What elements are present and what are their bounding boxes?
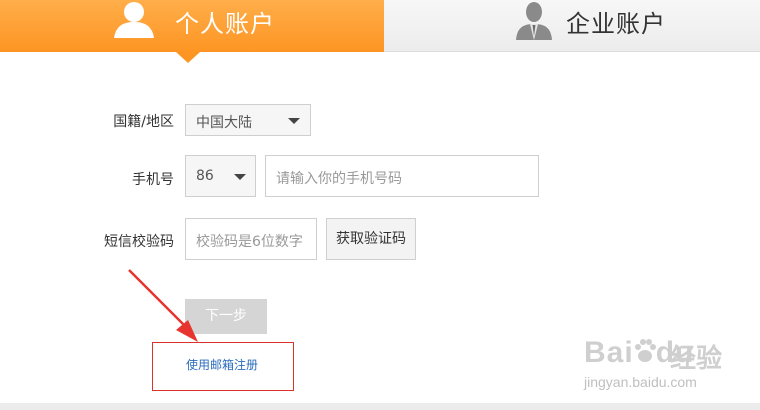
card-bottom-edge — [0, 403, 760, 410]
paw-icon — [634, 339, 656, 362]
watermark-jingyan: 经验 — [670, 344, 723, 374]
registration-page: 个人账户 企业账户 国籍/地区 中国大陆 手机号 86 请输入你的手机号码 短信… — [0, 0, 760, 410]
watermark-url: jingyan.baidu.com — [584, 374, 697, 390]
registration-card: 个人账户 企业账户 国籍/地区 中国大陆 手机号 86 请输入你的手机号码 短信… — [0, 0, 760, 403]
baidu-jingyan-watermark: Bai du 经验 jingyan.baidu.com — [584, 330, 760, 400]
